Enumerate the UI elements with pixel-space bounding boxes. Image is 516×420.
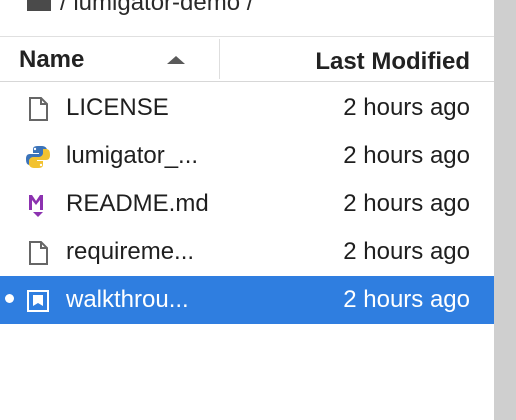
file-row-lumigator[interactable]: lumigator_... 2 hours ago [0,132,494,180]
last-modified-column-header[interactable]: Last Modified [315,48,470,76]
file-name: walkthrou... [66,286,189,313]
python-icon [26,146,50,168]
markdown-icon [29,195,43,217]
file-row-license[interactable]: LICENSE 2 hours ago [0,84,494,132]
file-modified: 2 hours ago [343,94,470,121]
file-name: LICENSE [66,94,169,121]
scrollbar[interactable] [494,0,516,420]
file-modified: 2 hours ago [343,286,470,313]
file-icon [29,97,48,121]
breadcrumb: / lumigator-demo / [0,0,253,20]
name-column-header[interactable]: Name [19,46,84,74]
file-modified: 2 hours ago [343,190,470,217]
breadcrumb-path[interactable]: / lumigator-demo / [60,0,253,17]
file-browser: / lumigator-demo / Name Last Modified LI… [0,0,516,420]
file-modified: 2 hours ago [343,142,470,169]
file-row-walkthrough[interactable]: walkthrou... 2 hours ago [0,276,494,324]
file-list-header: Name Last Modified [0,36,494,82]
folder-icon[interactable] [26,0,52,12]
file-name: README.md [66,190,209,217]
file-modified: 2 hours ago [343,238,470,265]
notebook-icon [27,290,49,312]
file-row-requirements[interactable]: requireme... 2 hours ago [0,228,494,276]
file-list: LICENSE 2 hours ago lumigator_... 2 hour… [0,84,494,324]
file-name: requireme... [66,238,195,265]
file-row-readme[interactable]: README.md 2 hours ago [0,180,494,228]
running-indicator-dot [5,294,14,303]
sort-ascending-icon[interactable] [167,56,185,64]
column-divider[interactable] [219,39,220,79]
file-icon [29,241,48,265]
file-name: lumigator_... [66,142,199,169]
